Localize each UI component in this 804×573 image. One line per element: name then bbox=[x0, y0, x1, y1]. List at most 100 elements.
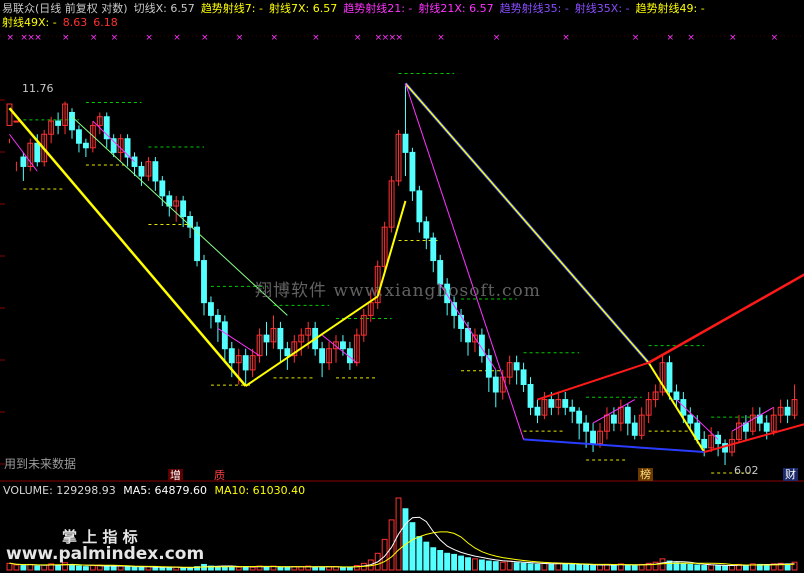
candle-body-0 bbox=[6, 103, 13, 126]
candle-body-76 bbox=[534, 406, 541, 416]
candle-body-81 bbox=[569, 406, 576, 412]
volume-bar-78 bbox=[548, 563, 555, 571]
volume-bar-101 bbox=[708, 564, 715, 571]
marker-x-17: × bbox=[396, 33, 404, 43]
volume-bar-79 bbox=[555, 562, 562, 571]
volume-bar-102 bbox=[715, 565, 722, 571]
candle-body-11 bbox=[82, 142, 89, 149]
volume-bar-66 bbox=[465, 557, 471, 571]
marker-x-23: × bbox=[687, 33, 695, 43]
volume-bar-84 bbox=[590, 565, 596, 571]
candle-body-109 bbox=[763, 422, 770, 432]
watermark-main: 翔博软件 www.xiangbosoft.com bbox=[255, 281, 541, 301]
volume-bar-0 bbox=[6, 562, 13, 571]
volume-bar-16 bbox=[117, 565, 124, 571]
volume-bar-77 bbox=[541, 562, 548, 571]
marker-x-10: × bbox=[236, 33, 244, 43]
candle-body-65 bbox=[458, 314, 464, 329]
volume-bar-96 bbox=[673, 562, 680, 571]
marker-x-13: × bbox=[354, 33, 362, 43]
volume-bar-81 bbox=[569, 563, 576, 571]
volume-bar-62 bbox=[437, 550, 444, 571]
candle-body-74 bbox=[520, 369, 527, 386]
badge-zeng[interactable]: 增 bbox=[168, 469, 183, 482]
volume-bar-14 bbox=[103, 565, 110, 571]
candle-body-112 bbox=[784, 406, 791, 416]
trend-magenta-1 bbox=[404, 83, 525, 440]
volume-bar-104 bbox=[729, 565, 735, 571]
candle-body-10 bbox=[76, 129, 82, 144]
volume-bar-10 bbox=[76, 565, 82, 571]
volume-bar-65 bbox=[458, 555, 464, 571]
candle-body-98 bbox=[687, 414, 694, 424]
volume-bar-49 bbox=[346, 566, 353, 571]
volume-bar-87 bbox=[610, 564, 617, 571]
candle-body-22 bbox=[159, 180, 166, 197]
candle-body-102 bbox=[715, 434, 722, 445]
candle-body-1 bbox=[13, 120, 20, 123]
candle-body-87 bbox=[610, 414, 617, 424]
candle-body-96 bbox=[673, 391, 680, 401]
trend-yellow-down-2 bbox=[404, 83, 650, 364]
volume-bar-15 bbox=[110, 566, 117, 571]
candle-body-9 bbox=[69, 111, 75, 131]
candle-body-32 bbox=[228, 348, 235, 364]
volume-bar-5 bbox=[41, 564, 48, 571]
marker-x-8: × bbox=[173, 33, 181, 43]
candle-body-34 bbox=[242, 355, 249, 371]
volume-bar-40 bbox=[284, 566, 291, 571]
volume-bar-75 bbox=[527, 563, 534, 571]
candle-body-60 bbox=[423, 221, 430, 239]
trend-yellow-down-3 bbox=[647, 362, 706, 453]
candle-body-28 bbox=[201, 260, 207, 304]
candle-body-90 bbox=[631, 422, 638, 436]
volume-bar-48 bbox=[340, 566, 346, 571]
marker-x-7: × bbox=[145, 33, 153, 43]
badge-zhi[interactable]: 质 bbox=[212, 469, 227, 482]
marker-x-20: × bbox=[562, 33, 570, 43]
volume-bar-1 bbox=[13, 564, 20, 571]
trend-red-up-1 bbox=[537, 361, 649, 401]
volume-bar-103 bbox=[722, 565, 728, 571]
stock-chart-window: 易联众(日线 前复权 对数) 切线X: 6.57 趋势射线7: - 射线7X: 6.5… bbox=[0, 0, 804, 573]
candle-body-61 bbox=[430, 237, 437, 262]
volume-bar-85 bbox=[597, 564, 603, 571]
candle-body-57 bbox=[402, 133, 409, 153]
watermark-vol-url: www.palmindex.com bbox=[6, 544, 205, 564]
marker-x-3: × bbox=[34, 33, 42, 43]
candle-body-4 bbox=[34, 142, 41, 163]
candle-body-95 bbox=[666, 362, 673, 393]
candle-body-30 bbox=[214, 314, 221, 323]
volume-bar-35 bbox=[249, 566, 256, 571]
volume-bar-83 bbox=[583, 564, 590, 571]
volume-bar-9 bbox=[69, 564, 75, 571]
candle-body-70 bbox=[492, 376, 499, 393]
marker-x-6: × bbox=[111, 33, 119, 43]
candle-body-29 bbox=[208, 302, 214, 316]
candle-body-25 bbox=[180, 200, 187, 217]
marker-x-5: × bbox=[90, 33, 98, 43]
volume-bar-4 bbox=[34, 565, 41, 571]
candle-body-82 bbox=[576, 410, 583, 424]
candle-body-83 bbox=[583, 422, 590, 432]
candle-body-84 bbox=[590, 430, 596, 445]
volume-bar-23 bbox=[166, 567, 173, 571]
future-data-note: 用到未来数据 bbox=[4, 457, 77, 471]
volume-bar-19 bbox=[138, 566, 145, 571]
marker-x-25: × bbox=[771, 33, 779, 43]
volume-value: VOLUME: 129298.93 bbox=[3, 484, 116, 497]
trend-red-up-3 bbox=[648, 273, 804, 364]
volume-bar-67 bbox=[472, 558, 478, 571]
volume-bar-64 bbox=[451, 553, 458, 571]
candle-body-14 bbox=[103, 116, 110, 140]
badge-bang[interactable]: 榜 bbox=[638, 468, 653, 481]
marker-x-0: × bbox=[6, 33, 14, 43]
marker-x-9: × bbox=[201, 33, 209, 43]
high-price-label: 11.76 bbox=[22, 82, 54, 95]
volume-bar-61 bbox=[430, 547, 437, 571]
candle-body-39 bbox=[277, 327, 284, 350]
candle-body-75 bbox=[527, 384, 534, 408]
badge-cai[interactable]: 财 bbox=[783, 468, 798, 481]
candle-body-100 bbox=[701, 438, 708, 449]
volume-bar-82 bbox=[576, 564, 583, 571]
